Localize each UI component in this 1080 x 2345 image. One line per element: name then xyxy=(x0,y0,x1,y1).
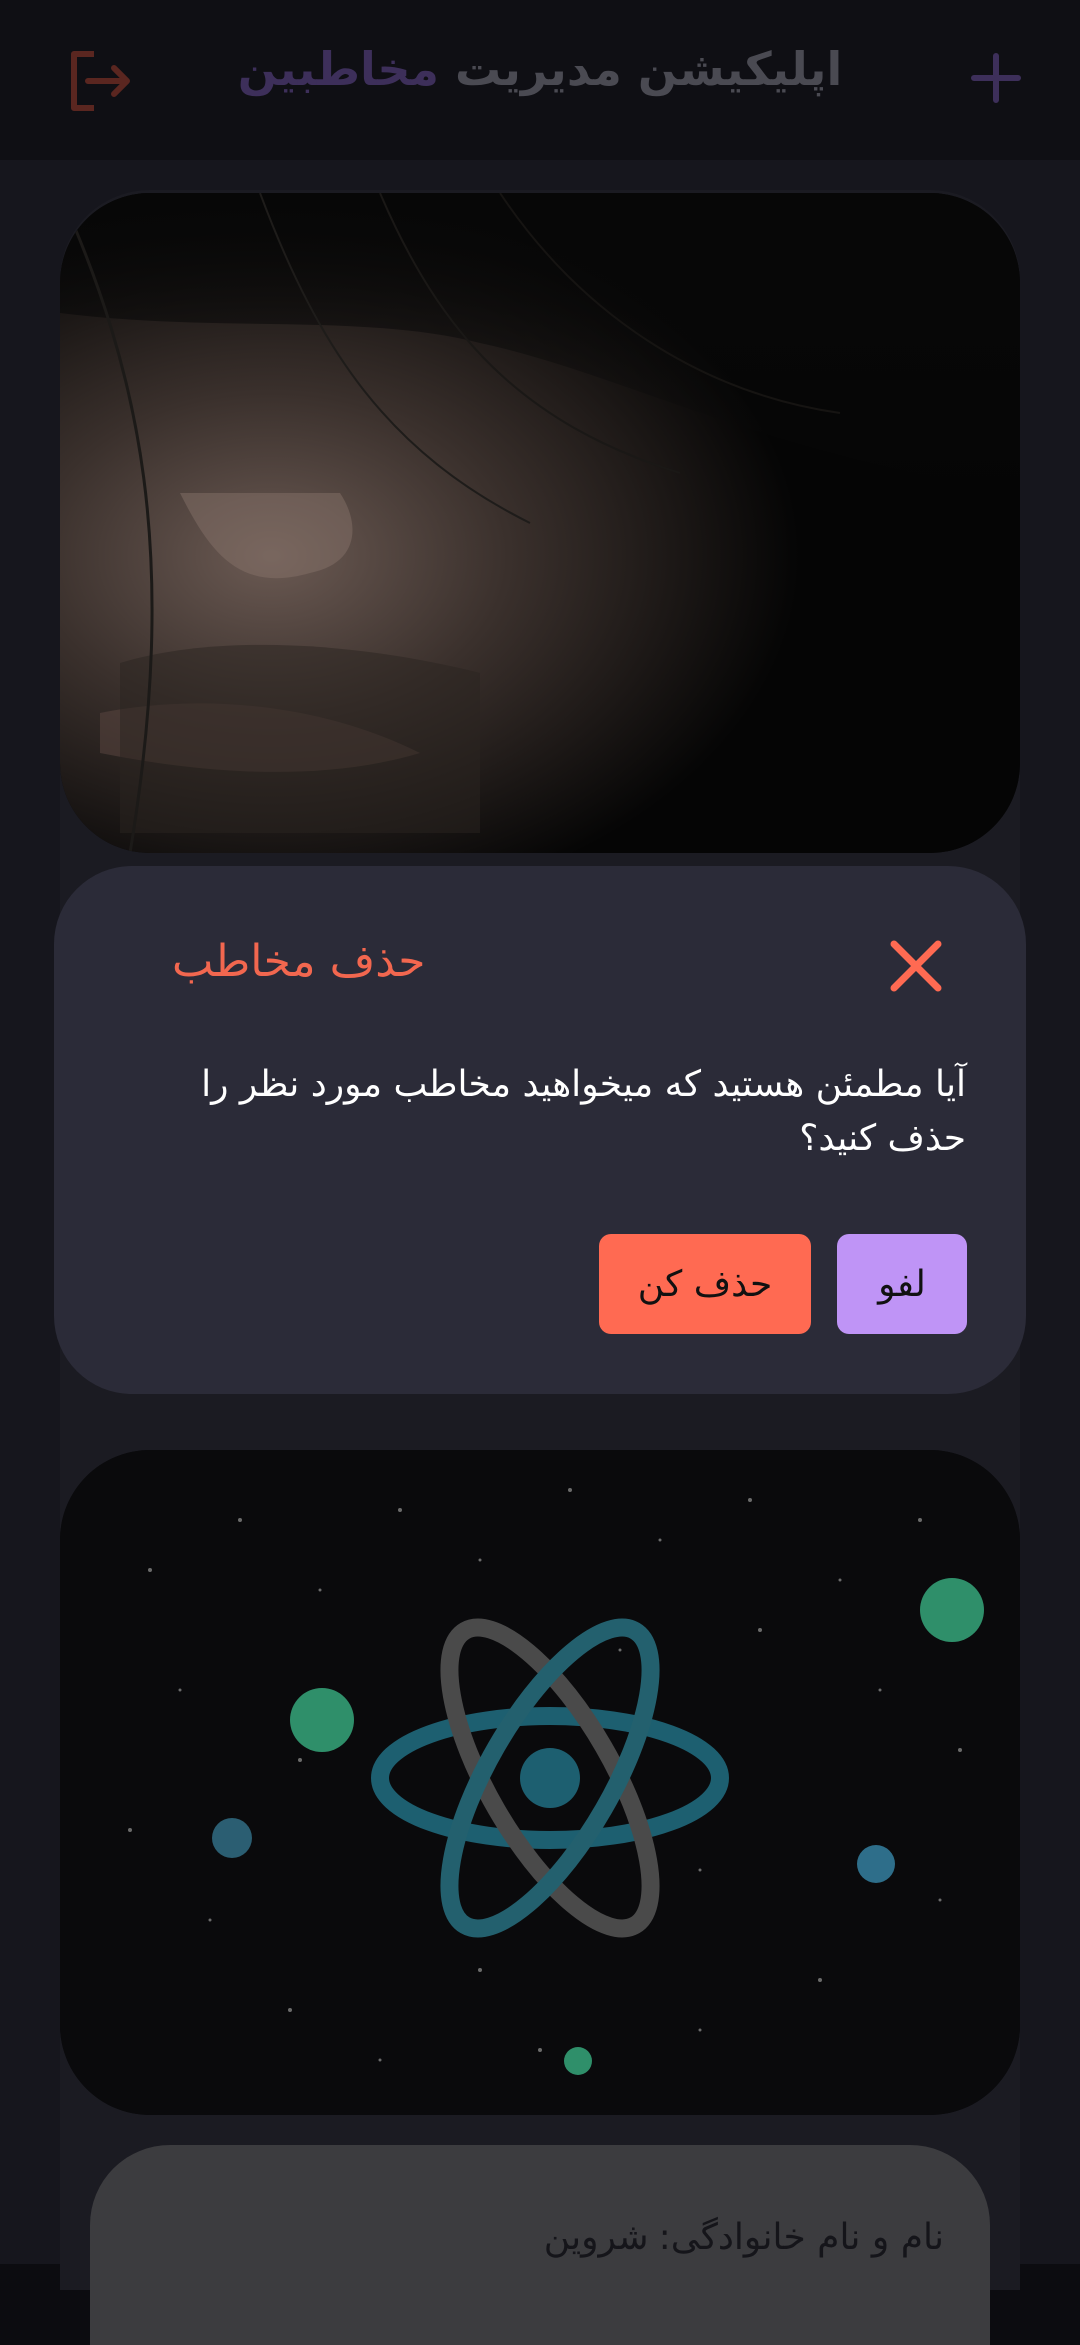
dialog-title: حذف مخاطب xyxy=(172,936,426,987)
contact-name-value: شروین xyxy=(543,2217,649,2258)
cancel-button[interactable]: لفو xyxy=(837,1234,967,1334)
contact-name-label: نام و نام خانوادگی: xyxy=(658,2217,944,2258)
delete-contact-dialog: حذف مخاطب آیا مطمئن هستید که میخواهید مخ… xyxy=(54,866,1026,1394)
contact-photo-card[interactable] xyxy=(60,1450,1020,2115)
top-app-bar: اپلیکیشن مدیریت مخاطبین xyxy=(0,0,1080,160)
contact-info-card[interactable]: نام و نام خانوادگی:شروین xyxy=(90,2145,990,2345)
close-icon[interactable] xyxy=(884,934,948,998)
contact-photo-card[interactable] xyxy=(60,193,1020,853)
app-screen: اپلیکیشن مدیریت مخاطبین نام و نام خانواد… xyxy=(0,0,1080,2345)
delete-button[interactable]: حذف کن xyxy=(599,1234,811,1334)
contact-photo xyxy=(60,193,1020,853)
dialog-message: آیا مطمئن هستید که میخواهید مخاطب مورد ن… xyxy=(201,1064,966,1159)
contact-name: نام و نام خانوادگی:شروین xyxy=(544,2217,944,2258)
app-title-accent: مخاطبین xyxy=(237,42,439,96)
contact-photo xyxy=(60,1450,1020,2115)
app-title: اپلیکیشن مدیریت مخاطبین xyxy=(0,42,1080,96)
app-title-main: اپلیکیشن مدیریت xyxy=(454,42,843,96)
plus-icon[interactable] xyxy=(970,52,1022,104)
